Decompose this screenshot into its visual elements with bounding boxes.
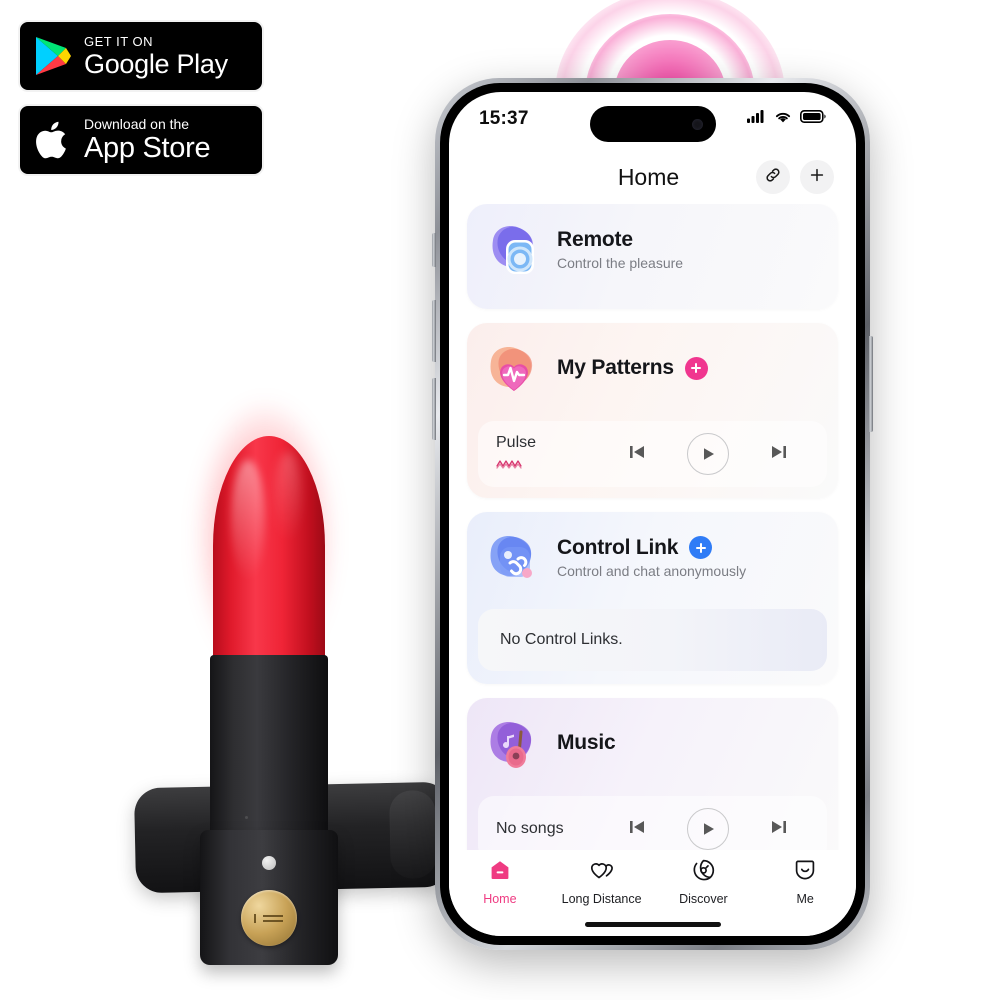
lipstick-vibrator-product <box>110 400 490 970</box>
store-badges: GET IT ON Google Play Download on the Ap… <box>18 20 264 176</box>
page-title: Home <box>617 163 680 190</box>
next-track-button[interactable] <box>769 442 789 467</box>
product-lipstick-tip <box>213 436 325 666</box>
card-my-patterns-title: My Patterns <box>557 356 674 379</box>
app-store-badge[interactable]: Download on the App Store <box>18 104 264 176</box>
card-remote-title: Remote <box>557 227 633 251</box>
app-header: Home <box>449 150 856 204</box>
tab-discover[interactable]: Discover <box>653 858 755 906</box>
google-play-badge[interactable]: GET IT ON Google Play <box>18 20 264 92</box>
pattern-player[interactable]: Pulse <box>478 421 827 487</box>
profile-droplet-icon <box>794 858 817 887</box>
product-base <box>200 830 338 965</box>
zigzag-wave-icon <box>496 456 606 474</box>
remote-app-icon <box>483 218 545 280</box>
previous-track-button[interactable] <box>627 817 647 842</box>
card-music[interactable]: Music No songs <box>467 698 838 850</box>
phone-bezel: 15:37 Home Remote Control the pleasure M… <box>440 83 865 945</box>
link-button[interactable] <box>756 160 790 194</box>
compass-icon <box>691 858 716 887</box>
card-my-patterns[interactable]: My Patterns Pulse <box>467 323 838 498</box>
home-icon <box>488 858 512 887</box>
add-button[interactable] <box>800 160 834 194</box>
pattern-name: Pulse <box>496 434 537 452</box>
control-link-empty-state: No Control Links. <box>478 609 827 671</box>
app-store-badge-title: App Store <box>84 132 211 164</box>
google-play-badge-small-text: GET IT ON <box>84 33 154 49</box>
chain-link-app-icon <box>483 526 545 588</box>
power-button[interactable] <box>869 336 873 432</box>
phone-mockup: 15:37 Home Remote Control the pleasure M… <box>432 78 873 950</box>
add-control-link-button[interactable] <box>689 536 713 559</box>
link-icon <box>764 166 782 189</box>
tab-long-distance-label: Long Distance <box>561 892 642 906</box>
wifi-icon <box>774 110 792 128</box>
card-music-title: Music <box>557 731 616 754</box>
music-player[interactable]: No songs <box>478 796 827 850</box>
product-barrel <box>210 655 328 835</box>
tab-me-label: Me <box>796 892 814 906</box>
play-button[interactable] <box>686 808 729 850</box>
cellular-signal-icon <box>747 110 766 128</box>
silent-switch-button[interactable] <box>432 233 436 267</box>
tab-home-label: Home <box>483 892 517 906</box>
card-control-link-subtitle: Control and chat anonymously <box>557 562 747 579</box>
front-camera-icon <box>691 118 703 130</box>
previous-track-button[interactable] <box>627 442 647 467</box>
product-logo-badge <box>241 890 297 946</box>
status-clock: 15:37 <box>479 108 529 129</box>
heart-waveform-icon <box>483 337 545 399</box>
card-control-link-title: Control Link <box>557 535 679 559</box>
music-empty-state: No songs <box>496 820 564 837</box>
play-button[interactable] <box>686 433 729 475</box>
plus-icon <box>808 166 826 189</box>
apple-logo-icon <box>34 118 72 162</box>
tab-me[interactable]: Me <box>754 858 856 906</box>
next-track-button[interactable] <box>769 817 789 842</box>
card-control-link[interactable]: Control Link Control and chat anonymousl… <box>467 512 838 684</box>
guitar-music-icon <box>483 712 545 774</box>
tab-discover-label: Discover <box>679 892 728 906</box>
tab-home[interactable]: Home <box>449 858 551 906</box>
volume-up-button[interactable] <box>432 300 436 362</box>
app-store-badge-small-text: Download on the <box>84 116 190 132</box>
home-content[interactable]: Remote Control the pleasure My Patterns … <box>449 204 856 850</box>
add-pattern-button[interactable] <box>684 356 708 380</box>
google-play-icon <box>34 35 72 77</box>
product-led-indicator <box>262 856 276 870</box>
home-indicator[interactable] <box>584 922 721 927</box>
bottom-tab-bar[interactable]: Home Long Distance Discover Me <box>449 850 856 936</box>
battery-icon <box>800 110 826 128</box>
tab-long-distance[interactable]: Long Distance <box>551 858 653 906</box>
google-play-badge-title: Google Play <box>84 48 228 79</box>
dynamic-island <box>589 106 716 142</box>
card-remote[interactable]: Remote Control the pleasure <box>467 204 838 309</box>
phone-screen: 15:37 Home Remote Control the pleasure M… <box>449 92 856 936</box>
two-hearts-icon <box>589 858 615 887</box>
card-remote-subtitle: Control the pleasure <box>557 254 684 271</box>
volume-down-button[interactable] <box>432 378 436 440</box>
